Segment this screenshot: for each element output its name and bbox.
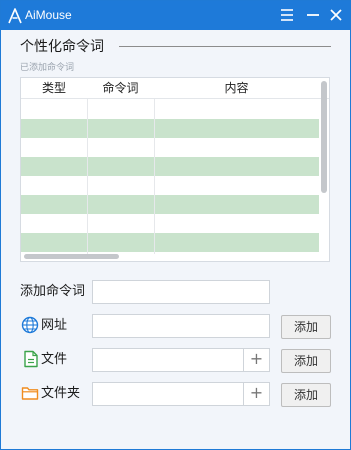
minimize-icon[interactable] [303,5,323,25]
url-input[interactable] [92,314,270,338]
url-label: 网址 [41,318,68,333]
menu-icon[interactable] [277,5,297,25]
file-label: 文件 [41,352,68,367]
add-file-button[interactable]: 添加 [281,349,331,373]
add-url-button[interactable]: 添加 [281,315,331,339]
folder-icon [21,387,39,400]
section-divider [119,46,331,47]
folder-label: 文件夹 [41,386,81,401]
table-row[interactable] [21,233,319,252]
header-type: 类型 [41,81,66,95]
table-row[interactable] [21,214,319,233]
app-window: AiMouse 个性化命令词 已添加命令词 类型 命令词 内容 添加命令词 网址… [0,0,351,450]
commands-table[interactable]: 类型 命令词 内容 [20,77,330,262]
table-header: 类型 命令词 内容 [21,78,329,99]
column-divider [87,99,88,254]
command-input[interactable] [92,280,270,304]
file-icon [24,350,38,368]
column-divider [154,99,155,254]
title-bar[interactable]: AiMouse [1,1,350,30]
section-title: 个性化命令词 [20,39,104,55]
globe-icon [21,316,39,334]
table-row[interactable] [21,100,319,119]
add-command-label: 添加命令词 [20,284,86,299]
added-commands-label: 已添加命令词 [20,63,75,73]
table-row[interactable] [21,119,319,138]
header-command: 命令词 [102,81,139,95]
browse-file-button[interactable]: + [243,349,269,371]
horizontal-scrollbar[interactable] [24,254,119,259]
table-row[interactable] [21,138,319,157]
header-content: 内容 [224,81,249,95]
vertical-scrollbar[interactable] [321,81,327,193]
table-row[interactable] [21,195,319,214]
aimouse-logo-icon [8,8,22,24]
table-row[interactable] [21,176,319,195]
add-folder-button[interactable]: 添加 [281,383,331,407]
close-icon[interactable] [326,5,346,25]
browse-folder-button[interactable]: + [243,383,269,405]
table-row[interactable] [21,157,319,176]
app-title: AiMouse [25,8,72,22]
